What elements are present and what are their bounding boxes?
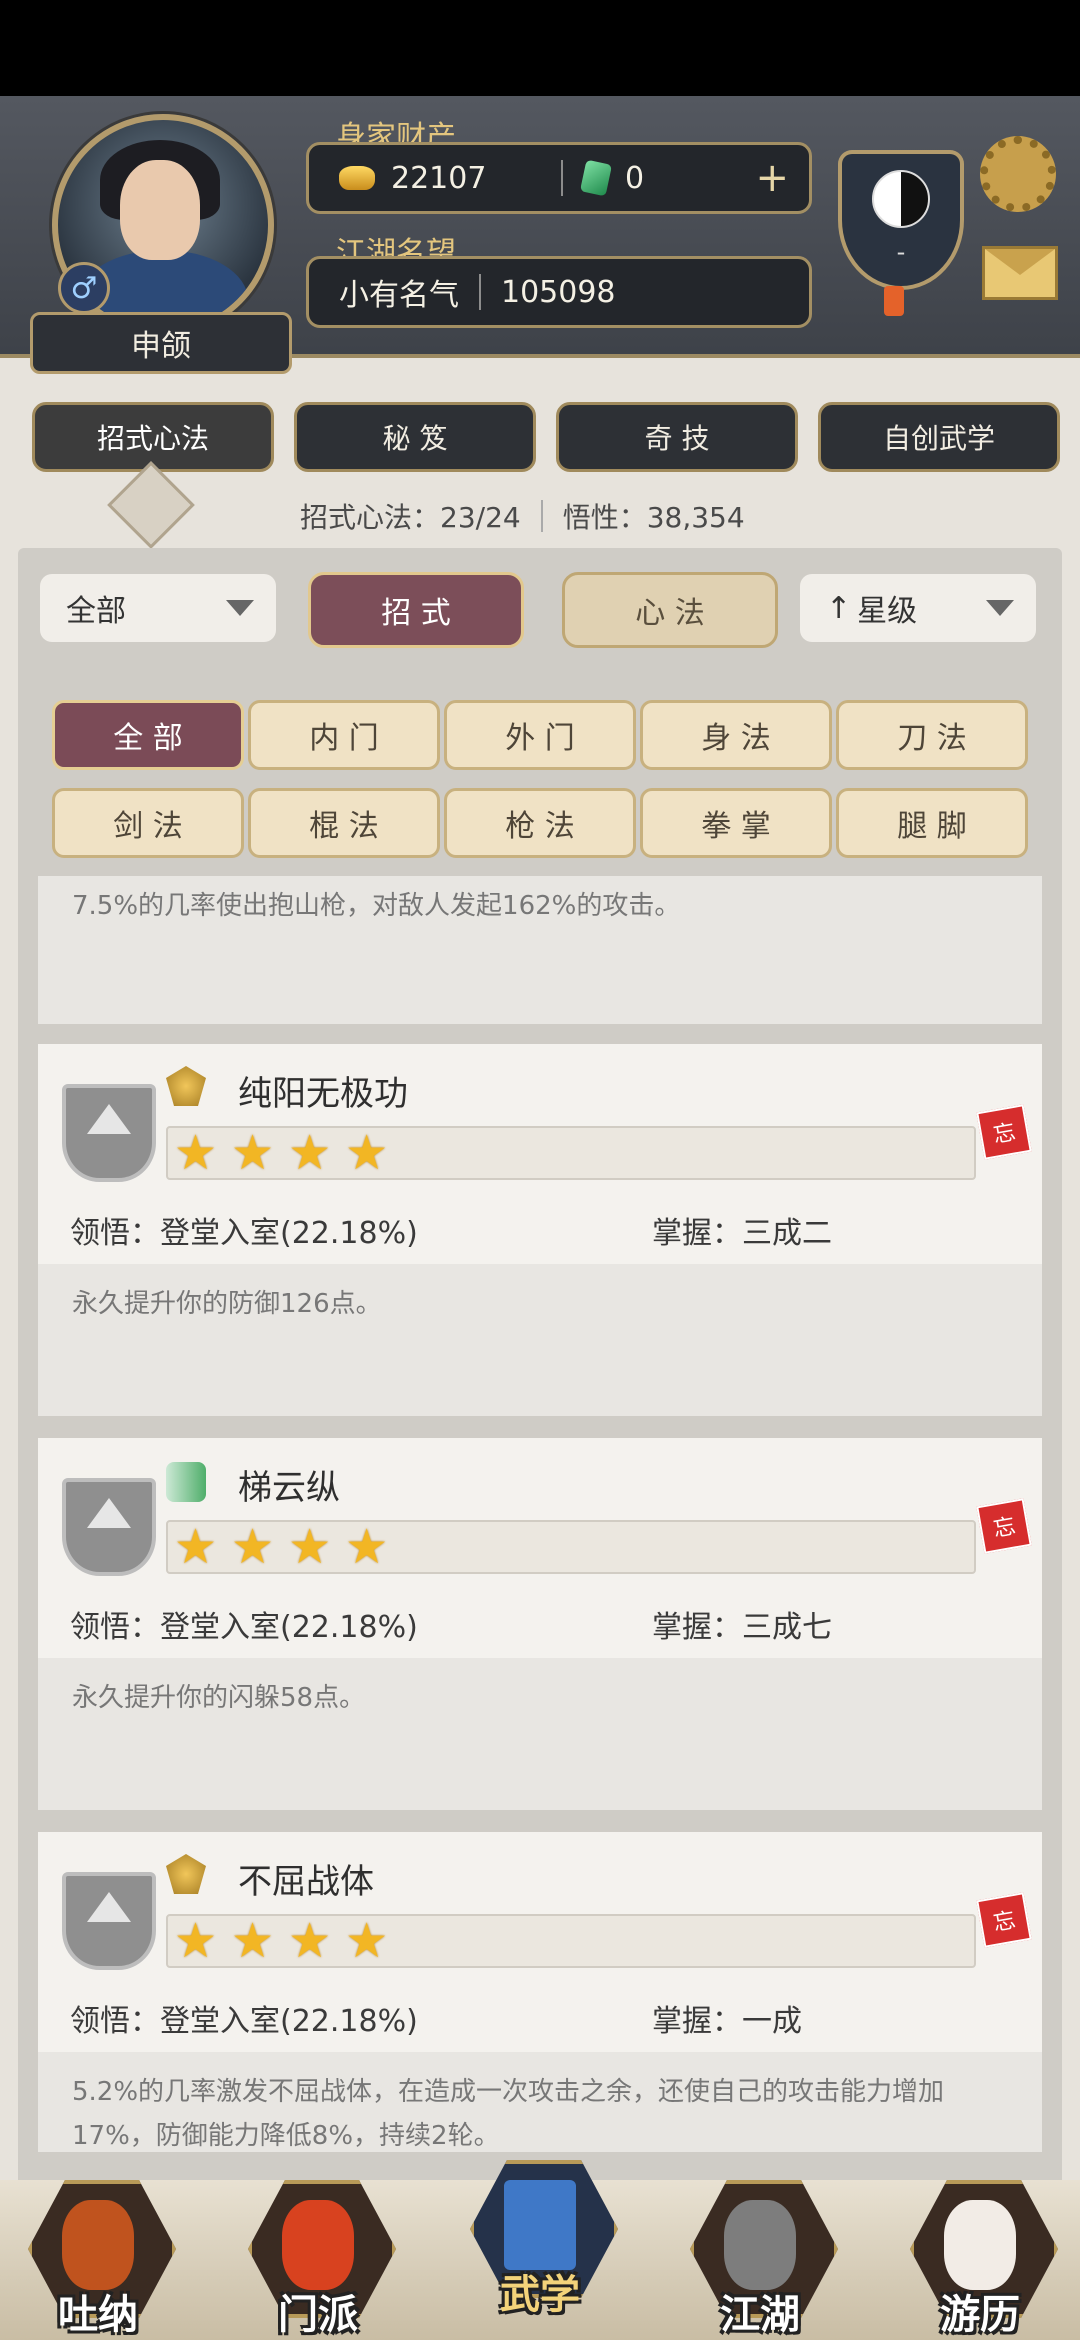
sect-badge[interactable]: - [838, 150, 964, 290]
chip-spear[interactable]: 枪 法 [444, 788, 636, 858]
chevron-down-icon [986, 600, 1014, 616]
star-icon: ★ [345, 1913, 389, 1969]
chip-external[interactable]: 外 门 [444, 700, 636, 770]
star-icon: ★ [174, 1913, 218, 1969]
upgrade-shield-icon[interactable] [62, 1872, 156, 1970]
skill-description: 永久提升你的防御126点。 [38, 1264, 1042, 1416]
chip-leg[interactable]: 腿 脚 [836, 788, 1028, 858]
star-rating: ★ ★ ★ ★ [166, 1520, 976, 1574]
settings-gear-icon[interactable] [980, 136, 1056, 212]
star-icon: ★ [288, 1913, 332, 1969]
star-icon: ★ [345, 1125, 389, 1181]
skill-name: 梯云纵 [238, 1468, 340, 1508]
chip-movement[interactable]: 身 法 [640, 700, 832, 770]
sect-banner-icon [282, 2200, 354, 2290]
nav-travel[interactable]: 游历 [910, 2170, 1058, 2340]
category-dropdown[interactable]: 全部 [40, 574, 276, 642]
star-icon: ★ [345, 1519, 389, 1575]
skill-card[interactable]: 纯阳无极功 ★ ★ ★ ★ 忘 领悟：登堂入室(22.18%) 掌握：三成二 永久提升… [38, 1044, 1042, 1416]
add-currency-button[interactable]: + [755, 155, 789, 201]
star-icon: ★ [231, 1913, 275, 1969]
upgrade-shield-icon[interactable] [62, 1478, 156, 1576]
reputation-bar: 小有名气 105098 [306, 256, 812, 328]
moves-count: 招式心法：23/24 [300, 501, 521, 534]
reputation-value: 105098 [501, 274, 616, 310]
stats-summary: 招式心法：23/24 悟性：38,354 [300, 496, 745, 536]
comprehension-text: 领悟：登堂入室(22.18%) [70, 1216, 418, 1251]
skill-name: 纯阳无极功 [238, 1074, 408, 1114]
sort-arrow-icon: ↑ [826, 590, 852, 626]
mail-icon[interactable] [982, 246, 1058, 300]
toggle-moves[interactable]: 招 式 [308, 572, 524, 648]
star-rating: ★ ★ ★ ★ [166, 1126, 976, 1180]
tab-unique-skill[interactable]: 奇 技 [556, 402, 798, 472]
forget-icon[interactable]: 忘 [976, 1104, 1032, 1160]
star-icon: ★ [174, 1519, 218, 1575]
tassel-ornament [884, 286, 904, 316]
tab-moves-mind[interactable]: 招式心法 [32, 402, 274, 472]
movement-art-icon [166, 1462, 206, 1502]
skill-description: 永久提升你的闪躲58点。 [38, 1658, 1042, 1810]
chip-sword[interactable]: 剑 法 [52, 788, 244, 858]
jade-amount: 0 [625, 160, 645, 196]
mastery-text: 掌握：三成七 [652, 1610, 832, 1645]
mastery-text: 掌握：一成 [652, 2004, 802, 2039]
skill-description: 7.5%的几率使出抱山枪，对敌人发起162%的攻击。 [38, 876, 1042, 1024]
chip-staff[interactable]: 棍 法 [248, 788, 440, 858]
star-icon: ★ [288, 1519, 332, 1575]
chevron-down-icon [226, 600, 254, 616]
tab-secret-manual[interactable]: 秘 笈 [294, 402, 536, 472]
chip-blade[interactable]: 刀 法 [836, 700, 1028, 770]
sect-name: - [896, 238, 906, 266]
chip-fist-palm[interactable]: 拳 掌 [640, 788, 832, 858]
monk-icon [62, 2200, 134, 2290]
tab-self-created[interactable]: 自创武学 [818, 402, 1060, 472]
insight-value: 悟性：38,354 [562, 501, 745, 534]
forget-icon[interactable]: 忘 [976, 1892, 1032, 1948]
star-rating: ★ ★ ★ ★ [166, 1914, 976, 1968]
sort-dropdown[interactable]: ↑ 星级 [800, 574, 1036, 642]
yin-yang-icon [872, 170, 930, 228]
star-icon: ★ [231, 1519, 275, 1575]
star-icon: ★ [174, 1125, 218, 1181]
nav-jianghu[interactable]: 江湖 [690, 2170, 838, 2340]
skill-card[interactable]: 不屈战体 ★ ★ ★ ★ 忘 领悟：登堂入室(22.18%) 掌握：一成 5.2%的几… [38, 1832, 1042, 2152]
forget-icon[interactable]: 忘 [976, 1498, 1032, 1554]
comprehension-text: 领悟：登堂入室(22.18%) [70, 1610, 418, 1645]
internal-art-icon [166, 1854, 206, 1894]
skill-description: 5.2%的几率激发不屈战体，在造成一次攻击之余，还使自己的攻击能力增加17%，防… [38, 2052, 1042, 2152]
nav-meditate[interactable]: 吐纳 [28, 2170, 176, 2340]
eye-icon[interactable] [107, 461, 195, 549]
upgrade-shield-icon[interactable] [62, 1084, 156, 1182]
gold-ingot-icon [339, 166, 375, 190]
comprehension-text: 领悟：登堂入室(22.18%) [70, 2004, 418, 2039]
nav-sect[interactable]: 门派 [248, 2170, 396, 2340]
skill-list[interactable]: 7.5%的几率使出抱山枪，对敌人发起162%的攻击。 纯阳无极功 ★ ★ ★ ★ 忘 … [38, 876, 1042, 2152]
toggle-mind[interactable]: 心 法 [562, 572, 778, 648]
reputation-title: 小有名气 [339, 278, 459, 313]
gold-amount: 22107 [391, 160, 487, 196]
chip-all[interactable]: 全 部 [52, 700, 244, 770]
mastery-text: 掌握：三成二 [652, 1216, 832, 1251]
chip-internal[interactable]: 内 门 [248, 700, 440, 770]
status-bar [0, 0, 1080, 96]
internal-art-icon [166, 1066, 206, 1106]
skill-name: 不屈战体 [238, 1862, 374, 1902]
horse-icon [944, 2200, 1016, 2290]
wealth-bar: 22107 0 + [306, 142, 812, 214]
gender-male-icon: ♂ [58, 262, 110, 314]
player-name: 申颌 [30, 312, 292, 374]
skill-card[interactable]: 梯云纵 ★ ★ ★ ★ 忘 领悟：登堂入室(22.18%) 掌握：三成七 永久提升你的… [38, 1438, 1042, 1810]
star-icon: ★ [288, 1125, 332, 1181]
nav-martial-arts[interactable]: 武学 [470, 2150, 618, 2320]
scroll-book-icon [504, 2180, 576, 2270]
bamboo-hat-icon [724, 2200, 796, 2290]
jade-icon [579, 159, 613, 197]
star-icon: ★ [231, 1125, 275, 1181]
